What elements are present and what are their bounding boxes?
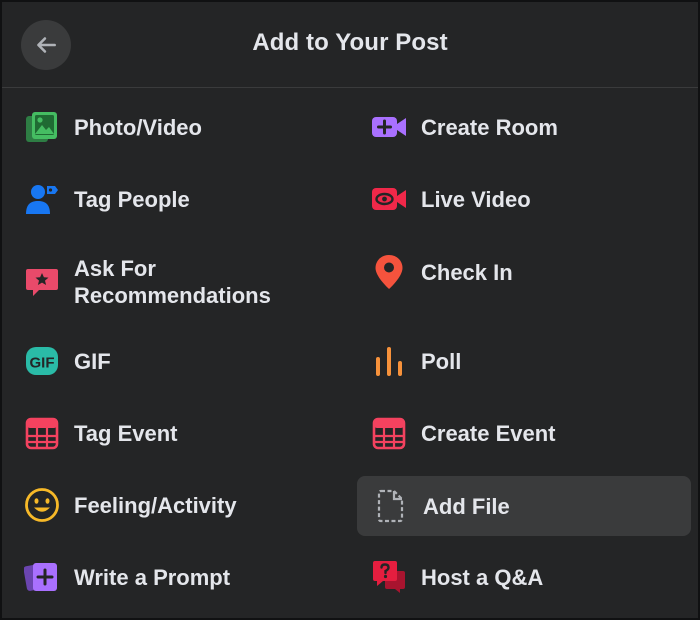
location-pin-icon bbox=[371, 254, 407, 290]
option-label: GIF bbox=[74, 348, 111, 374]
file-icon bbox=[373, 488, 409, 524]
option-tag-people[interactable]: Tag People bbox=[8, 169, 342, 229]
option-label: Add File bbox=[423, 493, 510, 519]
option-label: Create Room bbox=[421, 114, 558, 140]
option-poll[interactable]: Poll bbox=[355, 331, 689, 391]
option-add-file[interactable]: Add File bbox=[357, 476, 691, 536]
option-tag-event[interactable]: Tag Event bbox=[8, 403, 342, 463]
dialog-title: Add to Your Post bbox=[252, 29, 448, 56]
calendar-icon bbox=[371, 415, 407, 451]
option-label: Feeling/Activity bbox=[74, 492, 237, 518]
video-plus-icon bbox=[371, 109, 407, 145]
tag-people-icon bbox=[24, 181, 60, 217]
option-label: Poll bbox=[421, 348, 462, 374]
option-label: Create Event bbox=[421, 420, 556, 446]
svg-text:GIF: GIF bbox=[30, 355, 55, 372]
option-label: Host a Q&A bbox=[421, 564, 544, 590]
poll-icon bbox=[371, 343, 407, 379]
option-label: Photo/Video bbox=[74, 114, 202, 140]
smiley-icon bbox=[24, 487, 60, 523]
option-photo-video[interactable]: Photo/Video bbox=[8, 97, 342, 157]
option-ask-for-recommendations[interactable]: Ask For Recommendations bbox=[8, 242, 342, 322]
option-create-room[interactable]: Create Room bbox=[355, 97, 689, 157]
live-video-icon bbox=[371, 181, 407, 217]
option-gif[interactable]: GIF GIF bbox=[8, 331, 342, 391]
option-label: Write a Prompt bbox=[74, 564, 231, 590]
option-feeling-activity[interactable]: Feeling/Activity bbox=[8, 475, 342, 535]
option-write-a-prompt[interactable]: Write a Prompt bbox=[8, 547, 342, 607]
option-live-video[interactable]: Live Video bbox=[355, 169, 689, 229]
gif-icon: GIF bbox=[24, 343, 60, 379]
recommendation-star-icon bbox=[24, 264, 60, 300]
option-label: Live Video bbox=[421, 186, 531, 212]
prompt-icon bbox=[24, 559, 60, 595]
option-label: Tag People bbox=[74, 186, 190, 212]
option-create-event[interactable]: Create Event bbox=[355, 403, 689, 463]
option-host-a-qa[interactable]: Host a Q&A bbox=[355, 547, 689, 607]
add-to-post-dialog: Add to Your Post Photo/Video Create Room bbox=[0, 0, 700, 620]
option-label: Ask For Recommendations bbox=[74, 256, 271, 308]
option-check-in[interactable]: Check In bbox=[355, 242, 689, 302]
photo-icon bbox=[24, 109, 60, 145]
qa-icon bbox=[371, 559, 407, 595]
dialog-header: Add to Your Post bbox=[2, 2, 698, 88]
calendar-icon bbox=[24, 415, 60, 451]
option-label: Check In bbox=[421, 259, 513, 285]
option-label: Tag Event bbox=[74, 420, 178, 446]
